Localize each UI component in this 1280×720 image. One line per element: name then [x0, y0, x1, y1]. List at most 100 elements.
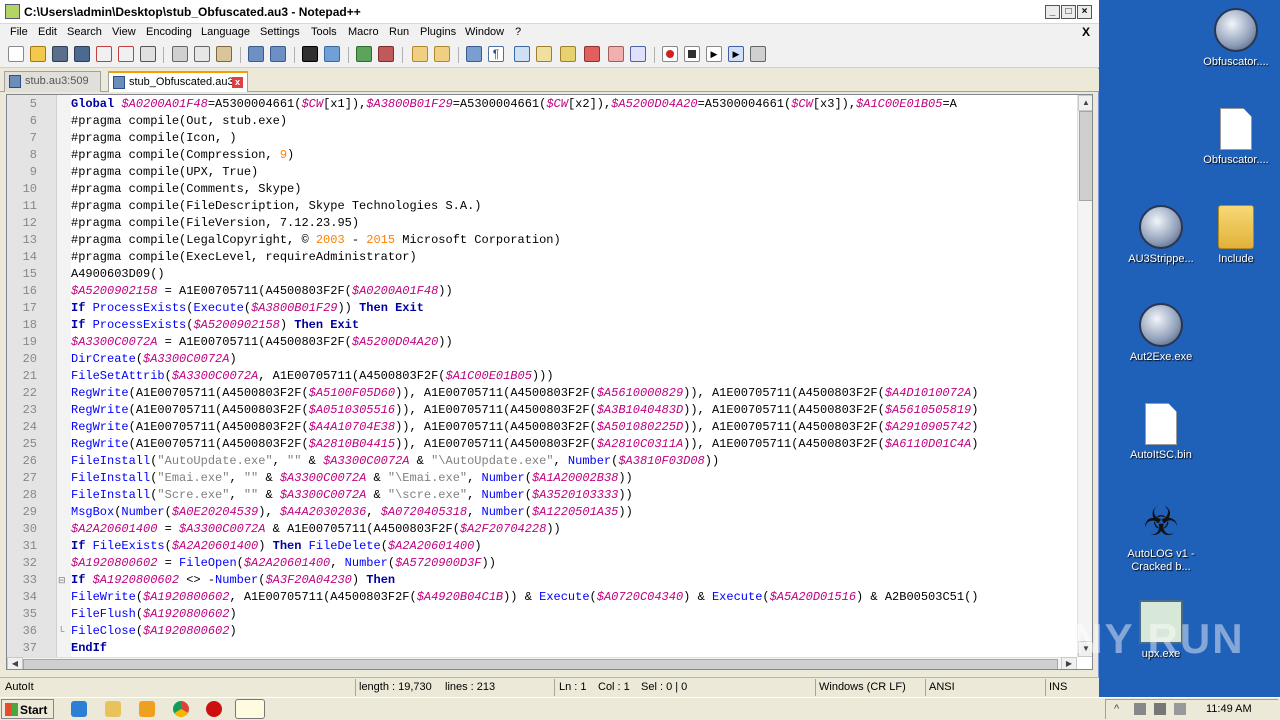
code-editor[interactable]: 5 Global $A0200A01F48=A5300004661($CW[x1]…: [6, 94, 1093, 670]
code-line[interactable]: 16 $A5200902158 = A1E00705711(A4500803F2F…: [7, 283, 1075, 300]
replace-icon[interactable]: [324, 46, 340, 62]
start-button[interactable]: Start: [1, 699, 54, 719]
code-line[interactable]: 33 ⊟ If $A1920800602 <> -Number($A3F20A042…: [7, 572, 1075, 589]
horizontal-scroll-thumb[interactable]: [23, 659, 1058, 669]
tab-stub-obfuscated-au3[interactable]: stub_Obfuscated.au3 x: [108, 71, 248, 92]
code-line[interactable]: 27 FileInstall("Emai.exe", "" & $A3300C00…: [7, 470, 1075, 487]
code-line[interactable]: 8 #pragma compile(Compression, 9): [7, 147, 1075, 164]
indent-guide-icon[interactable]: [514, 46, 530, 62]
code-line[interactable]: 5 Global $A0200A01F48=A5300004661($CW[x1]…: [7, 96, 1075, 113]
menu-encoding[interactable]: Encoding: [146, 26, 192, 38]
code-line[interactable]: 11 #pragma compile(FileDescription, Skype…: [7, 198, 1075, 215]
word-wrap-icon[interactable]: [466, 46, 482, 62]
chrome-icon[interactable]: [173, 701, 189, 717]
code-line[interactable]: 9 #pragma compile(UPX, True): [7, 164, 1075, 181]
menu-edit[interactable]: Edit: [38, 26, 57, 38]
stop-recording-icon[interactable]: [684, 46, 700, 62]
file-explorer-icon[interactable]: [105, 701, 121, 717]
cut-icon[interactable]: [172, 46, 188, 62]
horizontal-scrollbar[interactable]: ◀ ▶: [7, 657, 1077, 669]
desktop-icon-aut2exe[interactable]: Aut2Exe.exe: [1121, 303, 1201, 364]
undo-icon[interactable]: [248, 46, 264, 62]
code-line[interactable]: 15 A4900603D09(): [7, 266, 1075, 283]
playback-macro-icon[interactable]: ▶: [706, 46, 722, 62]
action-center-icon[interactable]: [1174, 703, 1186, 715]
code-line[interactable]: 32 $A1920800602 = FileOpen($A2A20601400, …: [7, 555, 1075, 572]
code-line[interactable]: 7 #pragma compile(Icon, ): [7, 130, 1075, 147]
show-hidden-icons-icon[interactable]: ^: [1114, 703, 1126, 715]
code-line[interactable]: 37 EndIf: [7, 640, 1075, 657]
code-line[interactable]: 34 FileWrite($A1920800602, A1E00705711(A4…: [7, 589, 1075, 606]
code-line[interactable]: 29 MsgBox(Number($A0E20204539), $A4A20302…: [7, 504, 1075, 521]
code-line[interactable]: 35 FileFlush($A1920800602): [7, 606, 1075, 623]
vertical-scrollbar[interactable]: ▲ ▼: [1077, 95, 1092, 657]
code-line[interactable]: 20 DirCreate($A3300C0072A): [7, 351, 1075, 368]
find-icon[interactable]: [302, 46, 318, 62]
scroll-up-icon[interactable]: ▲: [1078, 95, 1092, 111]
save-icon[interactable]: [52, 46, 68, 62]
tab-close-icon[interactable]: x: [232, 77, 243, 88]
zoom-in-icon[interactable]: [356, 46, 372, 62]
menu-language[interactable]: Language: [201, 26, 250, 38]
menu-window[interactable]: Window: [465, 26, 504, 38]
desktop-icon-obfuscator-2[interactable]: Obfuscator....: [1196, 108, 1276, 167]
close-file-icon[interactable]: [96, 46, 112, 62]
tab-stub-au3[interactable]: stub.au3:509: [4, 71, 101, 92]
menu-search[interactable]: Search: [67, 26, 102, 38]
scroll-left-icon[interactable]: ◀: [7, 657, 23, 669]
menu-file[interactable]: File: [10, 26, 28, 38]
copy-icon[interactable]: [194, 46, 210, 62]
user-language-icon[interactable]: [536, 46, 552, 62]
paste-icon[interactable]: [216, 46, 232, 62]
desktop-icon-include[interactable]: Include: [1196, 205, 1276, 266]
notepad-taskbar-button[interactable]: [235, 699, 265, 719]
menu-run[interactable]: Run: [389, 26, 409, 38]
doc-map-icon[interactable]: [560, 46, 576, 62]
code-line[interactable]: 14 #pragma compile(ExecLevel, requireAdmi…: [7, 249, 1075, 266]
desktop-icon-autoitsc[interactable]: AutoItSC.bin: [1121, 403, 1201, 462]
monitoring-icon[interactable]: [630, 46, 646, 62]
media-player-icon[interactable]: [139, 701, 155, 717]
fold-marker-icon[interactable]: ⊟: [58, 572, 66, 589]
sync-horizontal-icon[interactable]: [434, 46, 450, 62]
code-line[interactable]: 26 FileInstall("AutoUpdate.exe", "" & $A3…: [7, 453, 1075, 470]
code-line[interactable]: 21 FileSetAttrib($A3300C0072A, A1E0070571…: [7, 368, 1075, 385]
maximize-button[interactable]: □: [1061, 5, 1076, 19]
code-line[interactable]: 31 If FileExists($A2A20601400) Then FileD…: [7, 538, 1075, 555]
menu-plugins[interactable]: Plugins: [420, 26, 456, 38]
new-file-icon[interactable]: [8, 46, 24, 62]
sync-vertical-icon[interactable]: [412, 46, 428, 62]
zoom-out-icon[interactable]: [378, 46, 394, 62]
run-macro-multiple-icon[interactable]: ▶: [728, 46, 744, 62]
code-line[interactable]: 36 └ FileClose($A1920800602): [7, 623, 1075, 640]
code-line[interactable]: 25 RegWrite(A1E00705711(A4500803F2F($A281…: [7, 436, 1075, 453]
code-line[interactable]: 12 #pragma compile(FileVersion, 7.12.23.9…: [7, 215, 1075, 232]
print-icon[interactable]: [140, 46, 156, 62]
minimize-button[interactable]: _: [1045, 5, 1060, 19]
function-list-icon[interactable]: [584, 46, 600, 62]
code-line[interactable]: 6 #pragma compile(Out, stub.exe): [7, 113, 1075, 130]
code-line[interactable]: 22 RegWrite(A1E00705711(A4500803F2F($A510…: [7, 385, 1075, 402]
save-macro-icon[interactable]: [750, 46, 766, 62]
save-all-icon[interactable]: [74, 46, 90, 62]
code-line[interactable]: 10 #pragma compile(Comments, Skype): [7, 181, 1075, 198]
desktop-icon-autolog[interactable]: ☣ AutoLOG v1 - Cracked b...: [1121, 500, 1201, 574]
code-line[interactable]: 18 If ProcessExists($A5200902158) Then Ex…: [7, 317, 1075, 334]
open-folder-icon[interactable]: [30, 46, 46, 62]
close-button[interactable]: ×: [1077, 5, 1092, 19]
code-line[interactable]: 13 #pragma compile(LegalCopyright, © 2003…: [7, 232, 1075, 249]
code-line[interactable]: 24 RegWrite(A1E00705711(A4500803F2F($A4A1…: [7, 419, 1075, 436]
code-line[interactable]: 30 $A2A20601400 = $A3300C0072A & A1E00705…: [7, 521, 1075, 538]
record-macro-icon[interactable]: [662, 46, 678, 62]
internet-explorer-icon[interactable]: [71, 701, 87, 717]
desktop-icon-au3stripper[interactable]: AU3Strippe...: [1121, 205, 1201, 266]
volume-icon[interactable]: [1154, 703, 1166, 715]
code-line[interactable]: 23 RegWrite(A1E00705711(A4500803F2F($A051…: [7, 402, 1075, 419]
fold-marker-icon[interactable]: └: [58, 623, 64, 640]
desktop-icon-obfuscator-1[interactable]: Obfuscator....: [1196, 8, 1276, 69]
close-all-icon[interactable]: [118, 46, 134, 62]
code-line[interactable]: 19 $A3300C0072A = A1E00705711(A4500803F2F…: [7, 334, 1075, 351]
menu-help[interactable]: ?: [515, 26, 521, 38]
show-all-characters-icon[interactable]: ¶: [488, 46, 504, 62]
folder-as-workspace-icon[interactable]: [608, 46, 624, 62]
